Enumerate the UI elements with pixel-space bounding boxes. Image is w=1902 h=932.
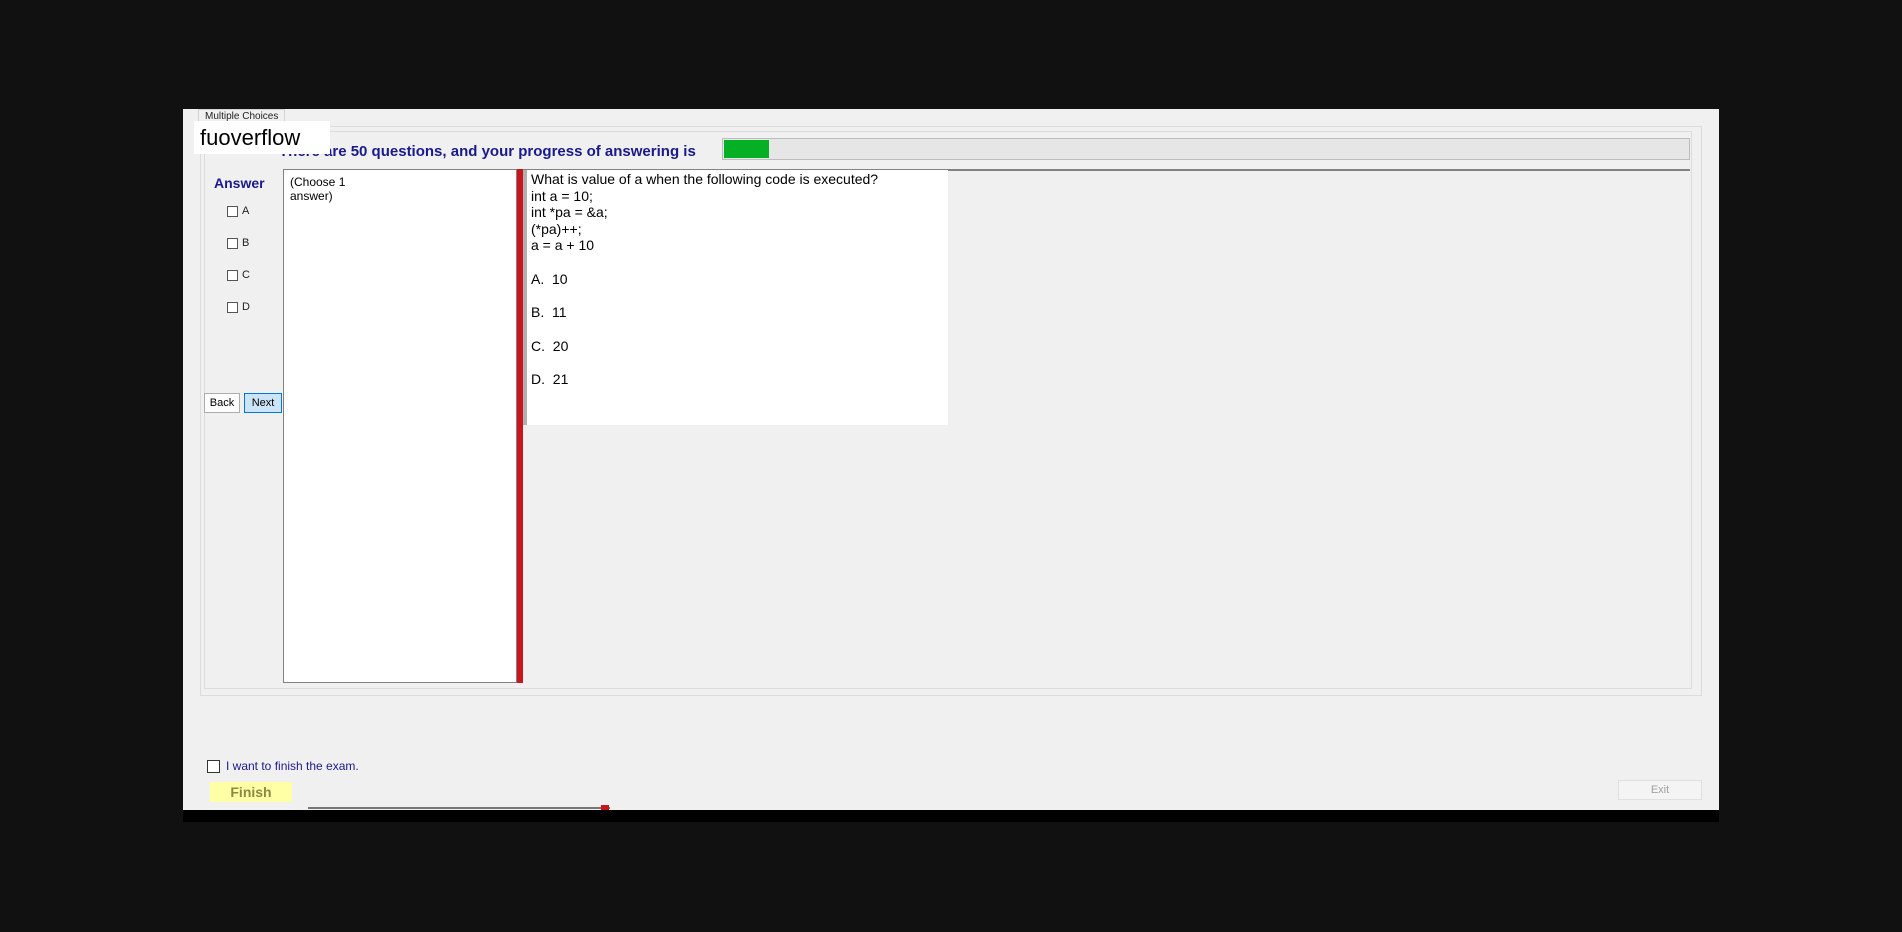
- finish-exam-label: I want to finish the exam.: [226, 759, 359, 773]
- checkbox-a[interactable]: [227, 205, 238, 217]
- question-option-b: B. 11: [531, 304, 567, 320]
- checkbox-c[interactable]: [227, 269, 238, 281]
- finish-exam-checkbox-row[interactable]: I want to finish the exam.: [207, 759, 359, 773]
- progress-fill: [724, 140, 770, 158]
- progress-bar: [722, 138, 1690, 160]
- answer-option-c-label: C: [242, 269, 250, 281]
- answer-title: Answer: [214, 175, 265, 191]
- choose-panel: (Choose 1 answer): [283, 169, 517, 683]
- exit-button[interactable]: Exit: [1618, 780, 1702, 800]
- answer-option-a-label: A: [242, 205, 250, 217]
- status-line: [308, 807, 610, 809]
- watermark: fuoverflow: [194, 121, 330, 154]
- answer-option-b-label: B: [242, 237, 250, 249]
- question-option-a: A. 10: [531, 270, 568, 287]
- exam-window: Multiple Choices fuoverflow There are 50…: [183, 109, 1719, 810]
- window-bottom-strip: [183, 810, 1719, 822]
- question-option-d: D. 21: [531, 371, 569, 387]
- question-option-c: C. 20: [531, 337, 569, 354]
- answer-option-d-label: D: [242, 301, 250, 313]
- finish-exam-checkbox[interactable]: [207, 759, 220, 773]
- checkbox-b[interactable]: [227, 237, 238, 249]
- progress-heading: There are 50 questions, and your progres…: [279, 143, 696, 160]
- finish-button[interactable]: Finish: [210, 782, 292, 802]
- code-line-3: (*pa)++;: [531, 220, 582, 237]
- answer-option-c[interactable]: C: [227, 269, 250, 281]
- code-line-4: a = a + 10: [531, 237, 595, 253]
- question-text: What is value of a when the following co…: [531, 171, 879, 187]
- choose-line-1: (Choose 1: [290, 175, 346, 189]
- back-button[interactable]: Back: [204, 393, 240, 413]
- code-line-2: int *pa = &a;: [531, 204, 608, 220]
- answer-option-a[interactable]: A: [227, 205, 249, 217]
- next-button[interactable]: Next: [244, 393, 282, 413]
- question-panel: What is value of a when the following co…: [523, 170, 948, 425]
- answer-option-b[interactable]: B: [227, 237, 249, 249]
- answer-option-d[interactable]: D: [227, 301, 250, 313]
- choose-line-2: answer): [290, 189, 333, 203]
- checkbox-d[interactable]: [227, 301, 238, 313]
- code-line-1: int a = 10;: [531, 187, 593, 204]
